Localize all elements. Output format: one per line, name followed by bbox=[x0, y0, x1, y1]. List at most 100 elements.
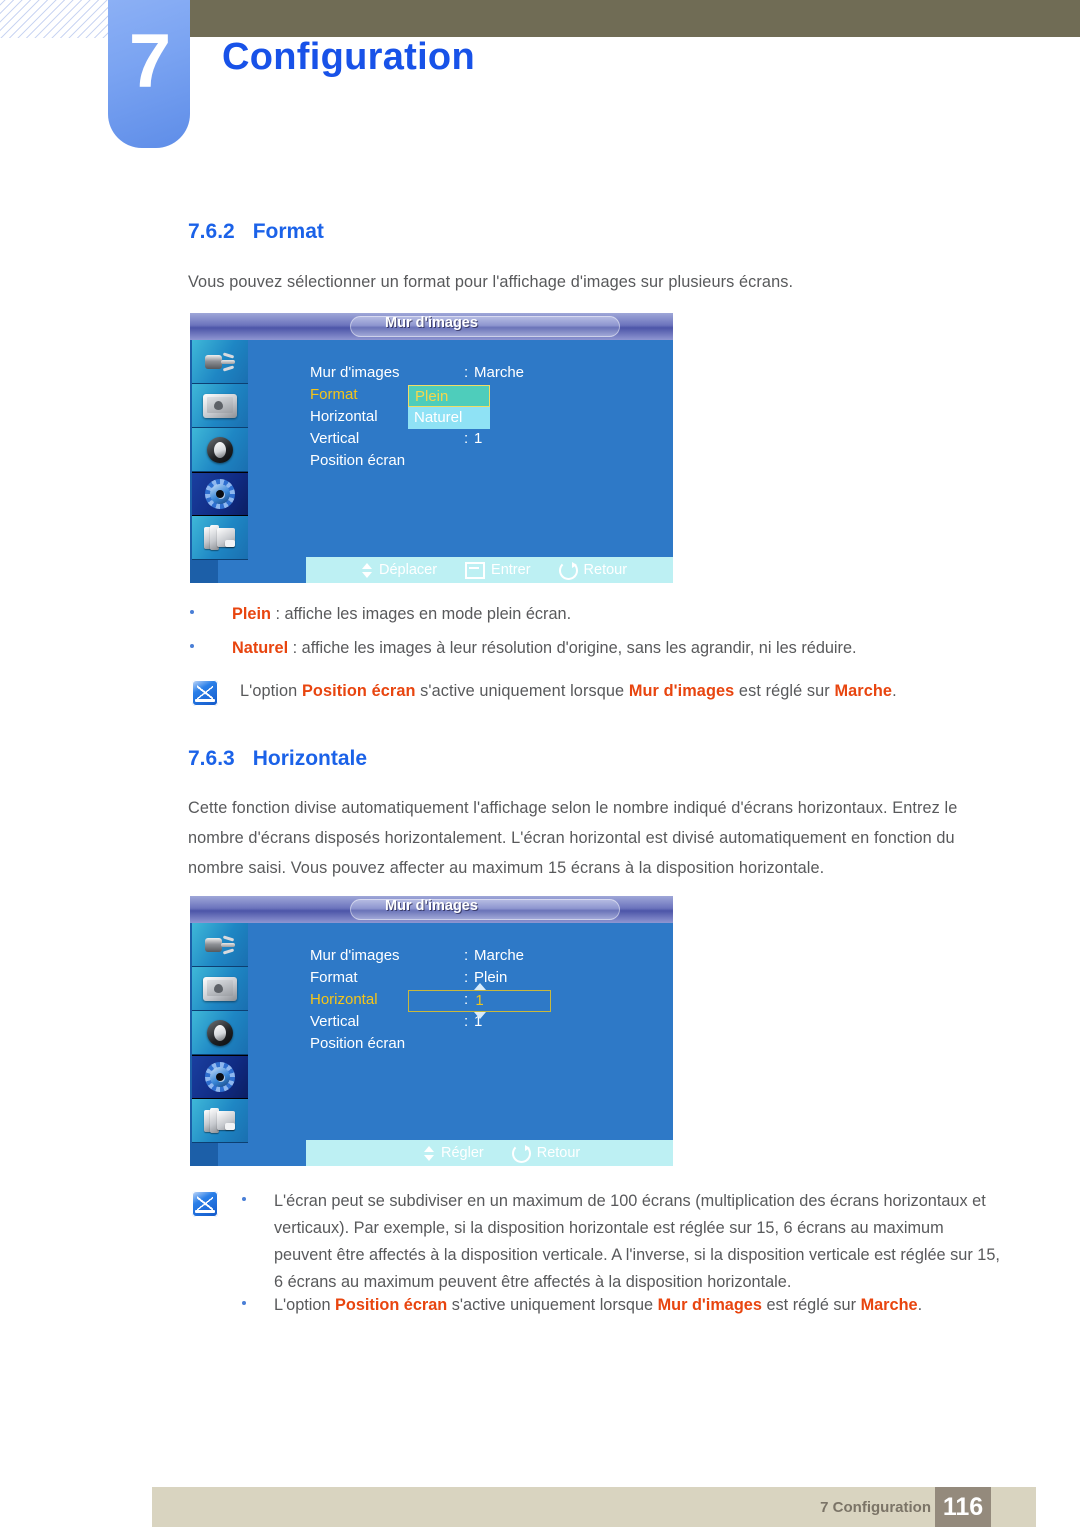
section-heading-762: 7.6.2 Format bbox=[188, 220, 324, 244]
note-keyword: Mur d'images bbox=[628, 682, 735, 700]
osd-sidebar-item-system[interactable] bbox=[192, 1099, 248, 1143]
osd-row-value: 1 bbox=[474, 430, 483, 447]
osd-hint-return: Retour bbox=[511, 1143, 581, 1163]
section-title: Horizontale bbox=[252, 747, 368, 770]
note-pre: L'option bbox=[240, 682, 302, 700]
section-title: Format bbox=[252, 220, 324, 243]
osd-sidebar-item-input[interactable] bbox=[192, 923, 248, 967]
osd-menu-content: Mur d'images : Marche Format : Horizonta… bbox=[248, 340, 673, 583]
bullet-plein: Plein : affiche les images en mode plein… bbox=[190, 601, 1000, 628]
note-1-text: L'option Position écran s'active uniquem… bbox=[240, 678, 1020, 704]
osd-title-text: Mur d'images bbox=[385, 315, 478, 331]
bullet-rest: : affiche les images en mode plein écran… bbox=[270, 605, 572, 623]
osd-row-value: Marche bbox=[474, 947, 525, 964]
up-down-arrow-icon bbox=[362, 562, 373, 578]
return-arrow-icon bbox=[511, 1143, 531, 1163]
note-keyword: Marche bbox=[834, 682, 893, 700]
note-mid: s'active uniquement lorsque bbox=[447, 1296, 658, 1314]
plug-icon bbox=[203, 934, 237, 955]
osd-row-label: Horizontal bbox=[310, 991, 378, 1008]
osd-row-label: Vertical bbox=[310, 430, 360, 447]
enter-key-icon bbox=[465, 561, 486, 579]
osd-hint-label: Retour bbox=[583, 562, 628, 578]
osd-menu-content: Mur d'images : Marche Format : Plein Hor… bbox=[248, 923, 673, 1166]
osd-sidebar-item-sound[interactable] bbox=[192, 1011, 248, 1055]
osd-dropdown-option-selected[interactable]: Plein bbox=[408, 385, 490, 407]
note-mid: s'active uniquement lorsque bbox=[415, 682, 629, 700]
osd-dropdown-option[interactable]: Naturel bbox=[408, 407, 490, 429]
osd-row-label: Vertical bbox=[310, 1013, 360, 1030]
header-hatch-pattern bbox=[0, 0, 112, 38]
osd-row-label: Format bbox=[310, 386, 358, 403]
osd-sidebar-item-setup[interactable] bbox=[192, 1055, 248, 1099]
osd-row-colon: : bbox=[464, 1013, 469, 1030]
osd-screenshot-horizontal: Mur d'images Mur d'images: Marche Forma… bbox=[190, 896, 673, 1166]
stepper-value: 1 bbox=[475, 992, 484, 1009]
gear-icon bbox=[205, 479, 235, 509]
osd-row-label: Horizontal bbox=[310, 408, 378, 425]
bullet-dot bbox=[190, 610, 194, 614]
section-762-intro: Vous pouvez sélectionner un format pour … bbox=[188, 273, 794, 291]
osd-horizontal-stepper[interactable]: 1 bbox=[408, 983, 551, 1019]
note-2-bullet-2: L'option Position écran s'active uniquem… bbox=[242, 1292, 1004, 1319]
header-olive-bar bbox=[112, 0, 1080, 37]
osd-row-label: Position écran bbox=[310, 1035, 406, 1052]
osd-icon-column bbox=[192, 923, 248, 1143]
speaker-icon bbox=[207, 1019, 233, 1046]
bullet-dot bbox=[242, 1301, 246, 1305]
note-end: . bbox=[917, 1296, 923, 1314]
bullet-rest: : affiche les images à leur résolution d… bbox=[288, 639, 857, 657]
plug-icon bbox=[203, 351, 237, 372]
osd-title-bar: Mur d'images bbox=[190, 313, 673, 340]
note-pen-icon bbox=[192, 1191, 218, 1217]
osd-row-label: Mur d'images bbox=[310, 364, 400, 381]
osd-row-label: Mur d'images bbox=[310, 947, 400, 964]
osd-body: Mur d'images : Marche Format : Plein Hor… bbox=[190, 923, 673, 1166]
osd-hint-label: Retour bbox=[536, 1145, 581, 1161]
osd-sidebar-item-picture[interactable] bbox=[192, 384, 248, 428]
osd-row-colon: : bbox=[464, 364, 469, 381]
osd-sidebar-item-system[interactable] bbox=[192, 516, 248, 560]
bullet-dot bbox=[242, 1197, 246, 1201]
osd-icon-column bbox=[192, 340, 248, 560]
bullet-dot bbox=[190, 644, 194, 648]
section-number: 7.6.3 bbox=[188, 747, 235, 770]
note-pen-icon bbox=[192, 680, 218, 706]
gear-icon bbox=[205, 1062, 235, 1092]
note-end: . bbox=[892, 682, 897, 700]
osd-hint-bar: Régler Retour bbox=[306, 1140, 673, 1166]
bullet-naturel: Naturel : affiche les images à leur réso… bbox=[190, 635, 1020, 662]
osd-hint-label: Entrer bbox=[491, 562, 531, 578]
osd-row-value: Marche bbox=[474, 364, 525, 381]
speaker-icon bbox=[207, 436, 233, 463]
stepper-down-arrow-icon[interactable] bbox=[473, 1012, 486, 1019]
osd-format-dropdown[interactable]: Plein Naturel bbox=[408, 385, 490, 429]
chapter-title: Configuration bbox=[222, 36, 475, 78]
stepper-up-arrow-icon[interactable] bbox=[473, 983, 486, 990]
osd-sidebar-item-sound[interactable] bbox=[192, 428, 248, 472]
osd-hint-move: Déplacer bbox=[362, 562, 437, 578]
osd-hint-adjust: Régler bbox=[424, 1145, 484, 1161]
note-keyword: Mur d'images bbox=[657, 1296, 762, 1314]
picture-icon bbox=[203, 393, 237, 418]
osd-row-label: Format bbox=[310, 969, 358, 986]
page-number-badge: 116 bbox=[935, 1487, 991, 1527]
osd-body: Mur d'images : Marche Format : Horizonta… bbox=[190, 340, 673, 583]
osd-row-colon: : bbox=[464, 430, 469, 447]
return-arrow-icon bbox=[558, 560, 578, 580]
osd-title-bar: Mur d'images bbox=[190, 896, 673, 923]
osd-screenshot-format: Mur d'images Mur d'images: Marche Forma… bbox=[190, 313, 673, 583]
note-keyword: Position écran bbox=[301, 682, 416, 700]
bullet-text: L'option Position écran s'active uniquem… bbox=[274, 1292, 1004, 1319]
bullet-text: L'écran peut se subdiviser en un maximum… bbox=[274, 1192, 1000, 1291]
bullet-term: Plein bbox=[232, 605, 271, 623]
system-icon bbox=[204, 524, 236, 551]
osd-sidebar-item-setup[interactable] bbox=[192, 472, 248, 516]
system-icon bbox=[204, 1107, 236, 1134]
picture-icon bbox=[203, 976, 237, 1001]
note-keyword: Marche bbox=[860, 1296, 918, 1314]
osd-sidebar-item-picture[interactable] bbox=[192, 967, 248, 1011]
note-mid: est réglé sur bbox=[734, 682, 835, 700]
chapter-number-badge: 7 bbox=[108, 0, 190, 148]
osd-sidebar-item-input[interactable] bbox=[192, 340, 248, 384]
